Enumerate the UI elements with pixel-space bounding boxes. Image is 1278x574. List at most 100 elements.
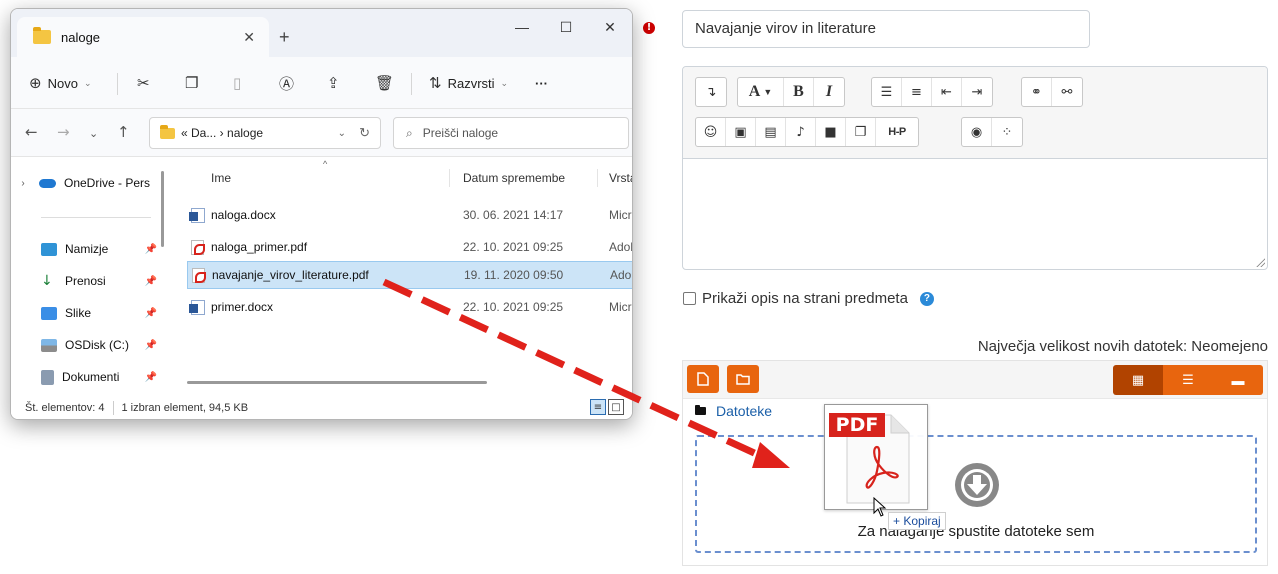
folder-icon bbox=[695, 405, 706, 415]
manage-files-icon[interactable]: ❐ bbox=[846, 118, 876, 146]
toolbar-toggle-icon[interactable]: ↴ bbox=[696, 78, 726, 106]
column-header-date[interactable]: Datum spremembe bbox=[463, 171, 565, 185]
outdent-icon[interactable]: ⇤ bbox=[932, 78, 962, 106]
max-size-text: Največja velikost novih datotek: Neomeje… bbox=[977, 338, 1268, 355]
bold-button[interactable]: B bbox=[784, 78, 814, 106]
table-row-selected[interactable]: navajanje_virov_literature.pdf 19. 11. 2… bbox=[187, 261, 632, 289]
drop-zone[interactable]: Za nalaganje spustite datoteke sem bbox=[695, 435, 1257, 553]
create-folder-button[interactable] bbox=[727, 365, 759, 393]
column-header-name[interactable]: Ime bbox=[211, 171, 231, 185]
refresh-icon[interactable]: ↻ bbox=[359, 125, 370, 141]
chevron-down-icon: ⌄ bbox=[83, 77, 92, 88]
address-path: « Da... › naloge bbox=[181, 126, 264, 140]
selection-info: 1 izbran element, 94,5 KB bbox=[121, 402, 249, 414]
h5p-button[interactable]: H-P bbox=[876, 118, 918, 146]
name-input[interactable]: Navajanje virov in literature bbox=[682, 10, 1090, 48]
paste-icon[interactable]: ▯ bbox=[233, 69, 241, 97]
sidebar-item-osdisk[interactable]: OSDisk (C:) 📌 bbox=[11, 333, 171, 357]
file-type: Micros bbox=[609, 208, 632, 222]
minimize-icon[interactable]: — bbox=[503, 15, 541, 39]
show-description-checkbox[interactable] bbox=[683, 292, 696, 305]
copy-icon[interactable]: ❐ bbox=[185, 69, 198, 97]
tree-view-button[interactable]: ▬ bbox=[1213, 365, 1263, 395]
video-icon[interactable]: ■ bbox=[816, 118, 846, 146]
table-row[interactable]: naloga_primer.pdf 22. 10. 2021 09:25 Ado… bbox=[187, 233, 632, 261]
icon-view-button[interactable]: ▦ bbox=[1113, 365, 1163, 395]
folder-icon: ▬ bbox=[1231, 372, 1245, 388]
address-box[interactable]: « Da... › naloge ⌄ ↻ bbox=[149, 117, 381, 149]
chevron-down-icon[interactable]: ⌄ bbox=[338, 128, 346, 139]
sidebar-item-onedrive[interactable]: › OneDrive - Pers bbox=[11, 171, 171, 195]
screenreader-icon[interactable]: ⁘ bbox=[992, 118, 1022, 146]
back-icon[interactable]: ← bbox=[25, 123, 38, 141]
cloud-icon bbox=[39, 178, 56, 188]
font-style-button[interactable]: A ▼ bbox=[738, 78, 784, 106]
sidebar-item-documents[interactable]: Dokumenti 📌 bbox=[11, 365, 171, 389]
more-options-button[interactable]: ··· bbox=[535, 69, 548, 97]
resize-grip-icon[interactable] bbox=[1255, 257, 1265, 267]
pin-icon[interactable]: 📌 bbox=[145, 308, 157, 319]
sidebar-item-desktop[interactable]: Namizje 📌 bbox=[11, 237, 171, 261]
link-icon[interactable]: ⚭ bbox=[1022, 78, 1052, 106]
editor-content-area[interactable] bbox=[683, 159, 1267, 269]
delete-icon[interactable]: 🗑 bbox=[375, 69, 394, 97]
cut-icon[interactable]: ✂ bbox=[137, 69, 150, 97]
grid-icon: ▦ bbox=[1131, 372, 1145, 387]
file-date: 22. 10. 2021 09:25 bbox=[463, 300, 564, 314]
numbered-list-icon[interactable]: ≡ bbox=[902, 78, 932, 106]
recent-locations-icon[interactable]: ⌄ bbox=[89, 127, 98, 140]
pin-icon[interactable]: 📌 bbox=[145, 244, 157, 255]
new-button[interactable]: ⊕ Novo ⌄ bbox=[29, 69, 91, 97]
sidebar-item-label: Prenosi bbox=[65, 274, 106, 288]
copy-tooltip: + Kopiraj bbox=[888, 512, 946, 530]
close-icon[interactable]: ✕ bbox=[243, 29, 255, 46]
rename-icon[interactable]: Ⓐ bbox=[279, 69, 294, 97]
breadcrumb-files-link[interactable]: Datoteke bbox=[716, 403, 772, 419]
emoji-icon[interactable]: ☺ bbox=[696, 118, 726, 146]
up-icon[interactable]: ↑ bbox=[117, 123, 130, 141]
details-view-icon[interactable]: ≡ bbox=[590, 399, 606, 415]
accessibility-icon[interactable]: ◉ bbox=[962, 118, 992, 146]
chevron-right-icon[interactable]: › bbox=[11, 178, 35, 189]
horizontal-scrollbar[interactable] bbox=[187, 381, 487, 384]
add-file-button[interactable] bbox=[687, 365, 719, 393]
pin-icon[interactable]: 📌 bbox=[145, 276, 157, 287]
pin-icon[interactable]: 📌 bbox=[145, 340, 157, 351]
explorer-tab-bar: naloge ✕ + — ☐ ✕ bbox=[11, 9, 632, 57]
tiles-view-icon[interactable]: □ bbox=[608, 399, 624, 415]
microphone-icon[interactable]: ♪ bbox=[786, 118, 816, 146]
drop-zone-text: Za nalaganje spustite datoteke sem bbox=[857, 523, 1095, 540]
divider bbox=[597, 169, 598, 187]
search-input[interactable]: ⌕ Preišči naloge bbox=[393, 117, 629, 149]
image-icon[interactable]: ▣ bbox=[726, 118, 756, 146]
forward-icon[interactable]: → bbox=[57, 123, 70, 141]
share-icon[interactable]: ⇪ bbox=[327, 69, 340, 97]
description-editor[interactable]: ↴ A▼ B I ☰ ≡ ⇤ ⇥ ⚭ ⚯ ☺ ▣ ▤ ♪ ■ ❐ H-P ◉ bbox=[682, 66, 1268, 270]
media-icon[interactable]: ▤ bbox=[756, 118, 786, 146]
pictures-icon bbox=[41, 306, 57, 320]
list-view-button[interactable]: ☰ bbox=[1163, 365, 1213, 395]
nav-scrollbar[interactable] bbox=[161, 171, 164, 247]
table-row[interactable]: naloga.docx 30. 06. 2021 14:17 Micros bbox=[187, 201, 632, 229]
sidebar-item-pictures[interactable]: Slike 📌 bbox=[11, 301, 171, 325]
close-window-icon[interactable]: ✕ bbox=[591, 15, 629, 39]
unlink-icon[interactable]: ⚯ bbox=[1052, 78, 1082, 106]
italic-button[interactable]: I bbox=[814, 78, 844, 106]
sort-button[interactable]: ⇅ Razvrsti ⌄ bbox=[429, 69, 508, 97]
new-tab-button[interactable]: + bbox=[279, 27, 290, 48]
explorer-tab[interactable]: naloge ✕ bbox=[17, 17, 269, 57]
toolbar-format-group: A ▼ B I bbox=[737, 77, 845, 107]
table-row[interactable]: primer.docx 22. 10. 2021 09:25 Micros bbox=[187, 293, 632, 321]
bullet-list-icon[interactable]: ☰ bbox=[872, 78, 902, 106]
file-name: navajanje_virov_literature.pdf bbox=[212, 268, 369, 282]
file-name: naloga.docx bbox=[211, 208, 276, 222]
folder-icon bbox=[160, 124, 175, 139]
indent-icon[interactable]: ⇥ bbox=[962, 78, 992, 106]
help-icon[interactable]: ? bbox=[919, 291, 934, 306]
sidebar-item-downloads[interactable]: ↓ Prenosi 📌 bbox=[11, 269, 171, 293]
sort-ascending-icon: ^ bbox=[323, 159, 328, 169]
maximize-icon[interactable]: ☐ bbox=[547, 15, 585, 39]
required-icon: ! bbox=[643, 22, 655, 34]
pin-icon[interactable]: 📌 bbox=[145, 372, 157, 383]
column-header-type[interactable]: Vrsta bbox=[609, 171, 632, 185]
